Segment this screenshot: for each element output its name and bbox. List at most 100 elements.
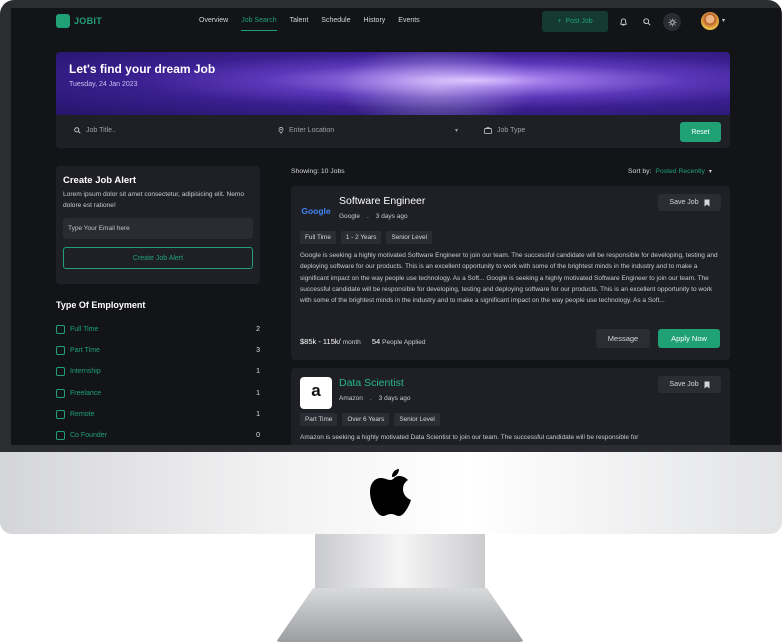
salary-amount: $85k - 115k/ — [300, 337, 341, 346]
avatar[interactable] — [701, 12, 719, 30]
search-bar: Job Title.. Enter Location ▾ Job Type Re… — [56, 115, 730, 148]
filter-item-co-founder[interactable]: Co Founder 0 — [56, 425, 260, 445]
nav-link-overview[interactable]: Overview — [199, 17, 228, 31]
job-card[interactable]: Google Software Engineer Google . 3 days… — [291, 186, 730, 360]
logo-icon — [56, 14, 70, 28]
tag: Senior Level — [386, 231, 433, 244]
post-job-button[interactable]: + Post Job — [542, 11, 608, 32]
location-placeholder: Enter Location — [289, 127, 335, 134]
filter-item-internship[interactable]: Internship 1 — [56, 361, 260, 382]
checkbox[interactable] — [56, 431, 65, 441]
sort-control[interactable]: Sort by: Posted Recently ▾ — [628, 168, 712, 175]
location-pin-icon — [278, 127, 284, 134]
hero-title: Let's find your dream Job — [69, 62, 216, 76]
nav-link-events[interactable]: Events — [398, 17, 419, 31]
logo-text: Google — [301, 206, 331, 216]
logo-text: a — [311, 381, 321, 400]
checkbox[interactable] — [56, 346, 65, 356]
monitor-stand — [276, 588, 524, 642]
checkbox[interactable] — [56, 388, 65, 398]
nav-link-talent[interactable]: Talent — [290, 17, 309, 31]
alert-title: Create Job Alert — [63, 175, 137, 186]
nav-link-schedule[interactable]: Schedule — [321, 17, 350, 31]
hero-banner: Let's find your dream Job Tuesday, 24 Ja… — [56, 52, 730, 115]
filter-label: Remote — [70, 410, 95, 418]
create-job-alert-button[interactable]: Create Job Alert — [63, 247, 253, 269]
employment-filter-list: Full Time 2 Part Time 3 Internship 1 Fre… — [56, 319, 260, 445]
post-job-label: Post Job — [565, 18, 593, 25]
posted-time: 3 days ago — [375, 213, 408, 220]
job-tags: Full Time 1 - 2 Years Senior Level — [300, 231, 433, 244]
job-meta: Google . 3 days ago — [339, 213, 408, 220]
nav-link-history[interactable]: History — [364, 17, 386, 31]
email-field[interactable] — [63, 218, 253, 239]
brand-logo[interactable]: JOBIT — [56, 14, 102, 28]
briefcase-icon — [484, 127, 492, 134]
filter-label: Part Time — [70, 347, 100, 355]
tag: Full Time — [300, 231, 336, 244]
results-count: Showing: 10 Jobs — [291, 168, 345, 175]
plus-icon: + — [557, 18, 562, 25]
posted-time: 3 days ago — [378, 395, 411, 402]
save-label: Save Job — [669, 199, 699, 206]
job-description: Google is seeking a highly motivated Sof… — [300, 252, 718, 305]
checkbox[interactable] — [56, 325, 65, 335]
brand-name: JOBIT — [74, 16, 103, 26]
chevron-down-icon: ▾ — [454, 128, 458, 134]
filter-count: 1 — [256, 389, 260, 397]
job-title[interactable]: Software Engineer — [339, 195, 425, 207]
filter-label: Internship — [70, 368, 101, 376]
filter-item-freelance[interactable]: Freelance 1 — [56, 383, 260, 404]
sort-value[interactable]: Posted Recently — [655, 168, 705, 175]
salary: $85k - 115k/ month 54 People Applied — [300, 337, 426, 346]
reset-button[interactable]: Reset — [680, 122, 721, 142]
filter-count: 1 — [256, 368, 260, 376]
job-title-placeholder: Job Title.. — [86, 127, 116, 134]
search-icon — [74, 127, 81, 134]
job-description: Amazon is seeking a highly motivated Dat… — [300, 434, 639, 441]
job-meta: Amazon . 3 days ago — [339, 395, 410, 402]
filter-count: 2 — [256, 326, 260, 334]
nav-link-job-search[interactable]: Job Search — [241, 17, 277, 31]
filter-count: 3 — [256, 347, 260, 355]
job-type-placeholder: Job Type — [497, 127, 526, 134]
filter-item-remote[interactable]: Remote 1 — [56, 404, 260, 425]
job-card[interactable]: a Data Scientist Amazon . 3 days ago Sav… — [291, 368, 730, 445]
alert-description: Lorem ipsum dolor sit amet consectetur, … — [63, 191, 245, 209]
chevron-down-icon[interactable]: ▾ — [722, 17, 725, 24]
nav-links: Overview Job Search Talent Schedule Hist… — [199, 17, 420, 31]
location-field[interactable]: Enter Location ▾ — [278, 127, 458, 134]
filter-count: 0 — [256, 432, 260, 440]
message-button[interactable]: Message — [596, 329, 650, 348]
checkbox[interactable] — [56, 409, 65, 419]
applied-label: People Applied — [382, 339, 426, 346]
job-alert-card: Create Job Alert Lorem ipsum dolor sit a… — [56, 166, 260, 284]
apple-logo-icon — [370, 469, 411, 516]
filter-item-part-time[interactable]: Part Time 3 — [56, 340, 260, 361]
save-job-button[interactable]: Save Job — [658, 194, 721, 211]
tag: Part Time — [300, 413, 338, 426]
sun-icon[interactable] — [663, 13, 681, 31]
save-job-button[interactable]: Save Job — [658, 376, 721, 393]
bookmark-icon — [704, 199, 710, 206]
company-name: Google — [339, 213, 360, 220]
job-type-field[interactable]: Job Type — [484, 127, 525, 134]
applied-count: 54 — [371, 337, 381, 346]
search-icon[interactable] — [640, 15, 654, 29]
hero-date: Tuesday, 24 Jan 2023 — [69, 81, 138, 88]
chevron-down-icon: ▾ — [708, 169, 712, 175]
apply-now-button[interactable]: Apply Now — [658, 329, 720, 348]
imac-frame: JOBIT Overview Job Search Talent Schedul… — [0, 0, 782, 643]
job-title[interactable]: Data Scientist — [339, 377, 404, 389]
separator: . — [366, 213, 369, 220]
filter-label: Full Time — [70, 326, 99, 334]
app-screen: JOBIT Overview Job Search Talent Schedul… — [11, 8, 781, 445]
google-logo-icon: Google — [300, 195, 332, 227]
bell-icon[interactable] — [616, 15, 630, 29]
job-title-field[interactable]: Job Title.. — [74, 127, 116, 134]
tag: 1 - 2 Years — [340, 231, 382, 244]
checkbox[interactable] — [56, 367, 65, 377]
filter-item-full-time[interactable]: Full Time 2 — [56, 319, 260, 340]
tag: Senior Level — [394, 413, 440, 426]
filter-label: Freelance — [70, 389, 102, 397]
